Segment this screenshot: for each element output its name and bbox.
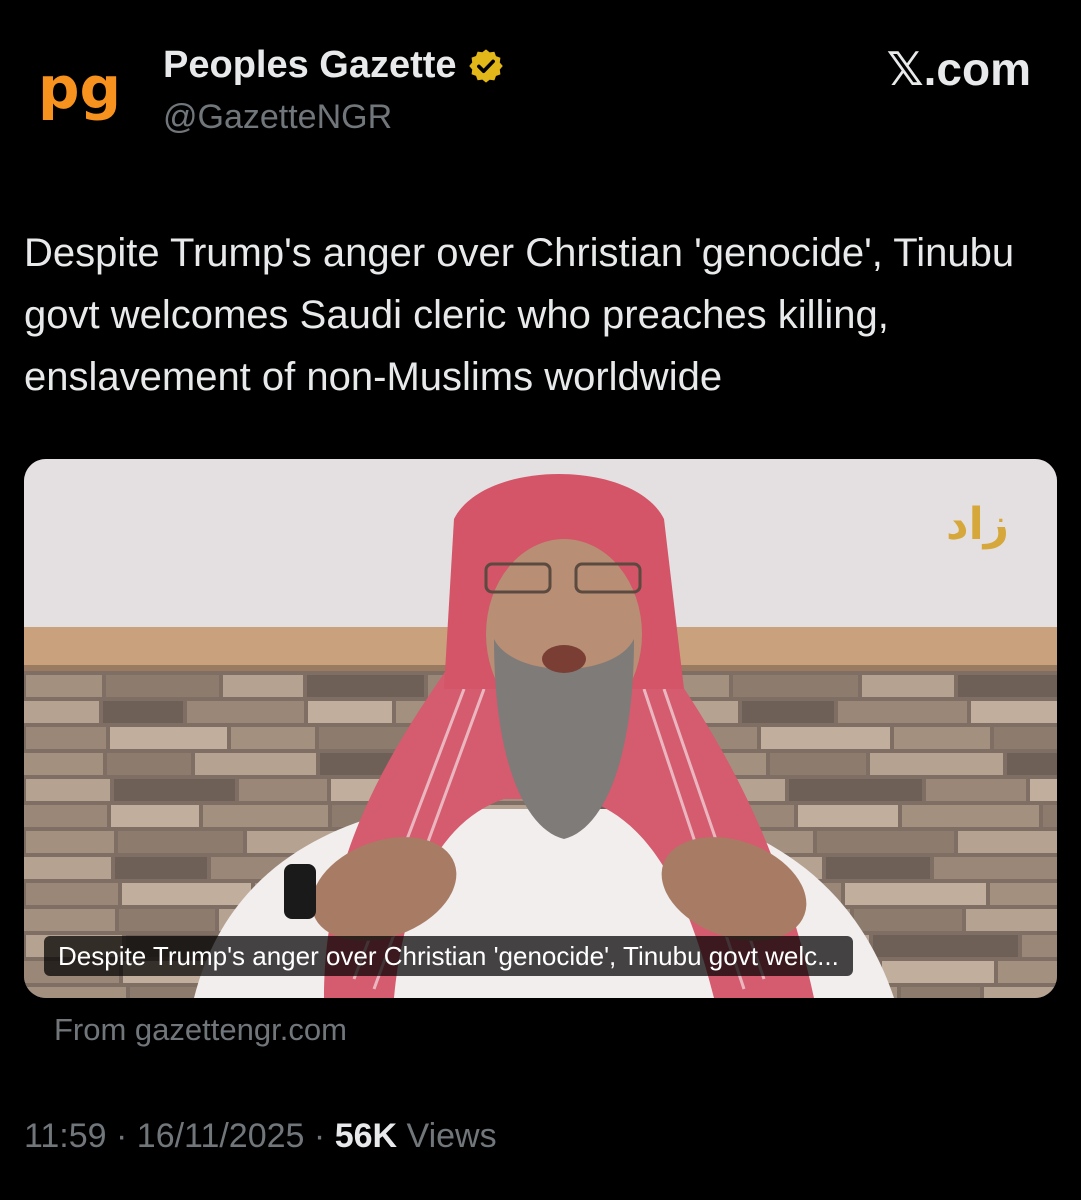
brick [115,857,207,879]
brick [231,727,315,749]
brick [990,883,1057,905]
channel-logo: زاد [946,499,1009,550]
brick [118,831,243,853]
brick [798,805,898,827]
brick [870,753,1003,775]
brick [195,753,316,775]
brick [1043,805,1057,827]
brick [998,961,1057,983]
brick [114,779,235,801]
tweet-date[interactable]: 16/11/2025 [137,1117,305,1155]
brick [902,805,1039,827]
brick [24,701,99,723]
meta-separator-2: · [313,1117,326,1155]
author-handle[interactable]: @GazetteNGR [163,98,392,137]
views-label: Views [406,1117,497,1155]
brick [966,909,1057,931]
brick [26,727,106,749]
brick [122,883,251,905]
brick [307,675,424,697]
tweet-meta: 11:59 · 16/11/2025 · 56K Views [24,1117,497,1156]
brick [119,909,215,931]
brick [770,753,866,775]
brick [934,857,1057,879]
brick [845,883,986,905]
brick [838,701,967,723]
brick [308,701,392,723]
brick [742,701,834,723]
brick [971,701,1057,723]
verified-badge-icon[interactable] [467,47,505,85]
card-image: زاد [24,459,1057,998]
meta-separator: · [116,1117,128,1155]
brick [894,727,990,749]
brick [958,675,1057,697]
brick [26,831,114,853]
brick [187,701,304,723]
brick [203,805,328,827]
brick [862,675,954,697]
brick [926,779,1026,801]
brick [882,961,994,983]
tweet-time[interactable]: 11:59 [24,1117,107,1155]
brick [733,675,858,697]
brick [111,805,199,827]
tweet-text: Despite Trump's anger over Christian 'ge… [24,231,1015,399]
brick [24,909,115,931]
brick [761,727,890,749]
brick [854,909,962,931]
views-count[interactable]: 56K [335,1117,397,1155]
brick [106,675,219,697]
card-caption[interactable]: Despite Trump's anger over Christian 'ge… [44,936,853,976]
brick [26,779,110,801]
peoples-gazette-logo: pg [38,54,121,122]
avatar[interactable]: pg [36,54,126,130]
brick [110,727,227,749]
brick [901,987,980,998]
author-display-name-row[interactable]: Peoples Gazette [163,44,505,87]
brick [24,857,111,879]
brick [958,831,1057,853]
brick [994,727,1057,749]
brick [107,753,191,775]
brick [826,857,930,879]
brick [24,753,103,775]
brick [1007,753,1057,775]
brick [817,831,954,853]
link-card[interactable]: زاد Despite Trump's anger over Christian… [24,459,1057,998]
brick [239,779,327,801]
brick [789,779,922,801]
card-source-link[interactable]: From gazettengr.com [54,1012,347,1048]
author-display-name[interactable]: Peoples Gazette [163,44,457,87]
brick [1030,779,1057,801]
brick [1022,935,1057,957]
avatar-text: pg [38,58,121,122]
brick [103,701,183,723]
x-brand-label: 𝕏.com [886,43,1031,95]
brick [873,935,1018,957]
brick [223,675,303,697]
brick [984,987,1057,998]
brick [26,987,126,998]
brick [26,883,118,905]
brick [26,675,102,697]
brick [24,805,107,827]
